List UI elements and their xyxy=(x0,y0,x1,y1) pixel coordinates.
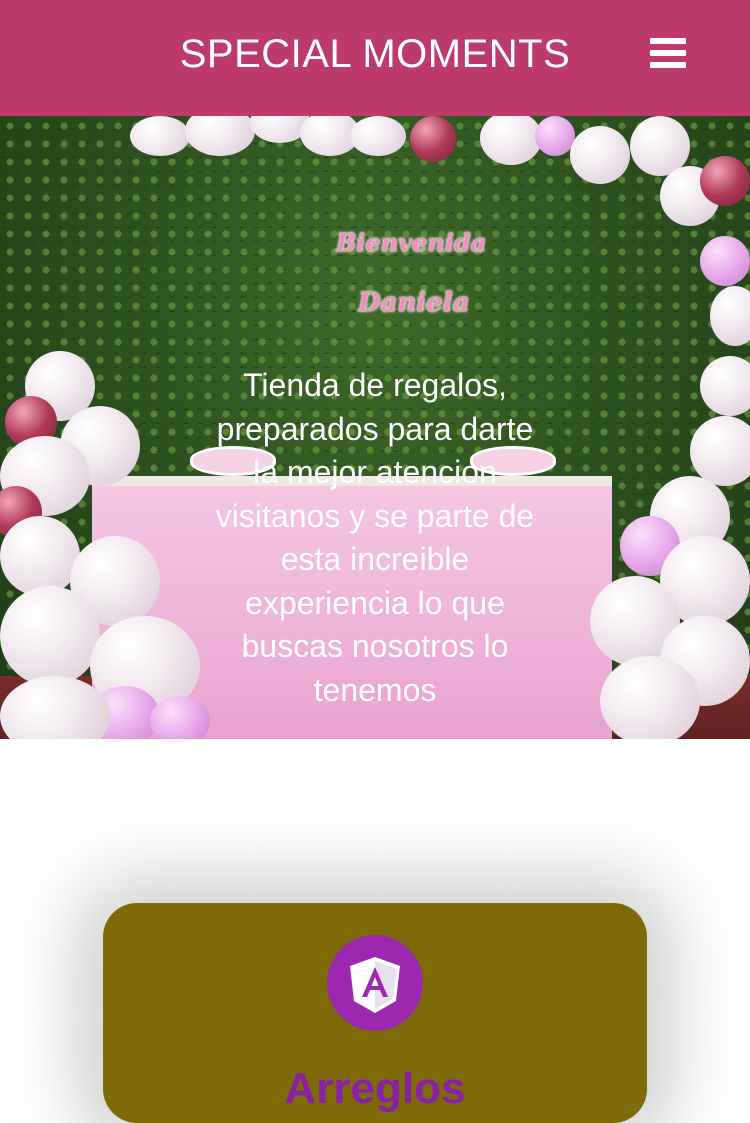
balloon xyxy=(700,356,750,416)
balloon xyxy=(700,236,750,286)
balloon xyxy=(130,116,190,156)
balloon xyxy=(350,116,406,156)
balloon xyxy=(600,656,700,739)
balloon xyxy=(700,156,750,206)
menu-bar-middle xyxy=(650,50,686,56)
balloon xyxy=(535,116,575,156)
hero-banner: Bienvenida Daniela Tienda de regalos, pr… xyxy=(0,116,750,739)
balloon xyxy=(690,416,750,486)
site-title: SPECIAL MOMENTS xyxy=(179,32,571,76)
balloon xyxy=(410,116,456,162)
balloon xyxy=(480,116,542,165)
balloon xyxy=(570,126,630,184)
hamburger-menu-icon[interactable] xyxy=(650,36,688,70)
top-header: SPECIAL MOMENTS xyxy=(0,0,750,116)
welcome-sign-line-2: Daniela xyxy=(358,288,470,318)
balloon xyxy=(150,696,210,739)
balloon xyxy=(185,116,255,156)
menu-bar-top xyxy=(650,38,686,44)
hero-description: Tienda de regalos, preparados para darte… xyxy=(215,367,535,708)
menu-bar-bottom xyxy=(650,62,686,68)
card-title: Arreglos xyxy=(284,1064,466,1113)
angular-logo-icon xyxy=(327,935,423,1031)
balloon xyxy=(0,586,100,686)
balloon xyxy=(710,286,750,346)
welcome-sign-line-1: Bienvenida xyxy=(336,228,487,257)
balloon xyxy=(0,516,80,596)
